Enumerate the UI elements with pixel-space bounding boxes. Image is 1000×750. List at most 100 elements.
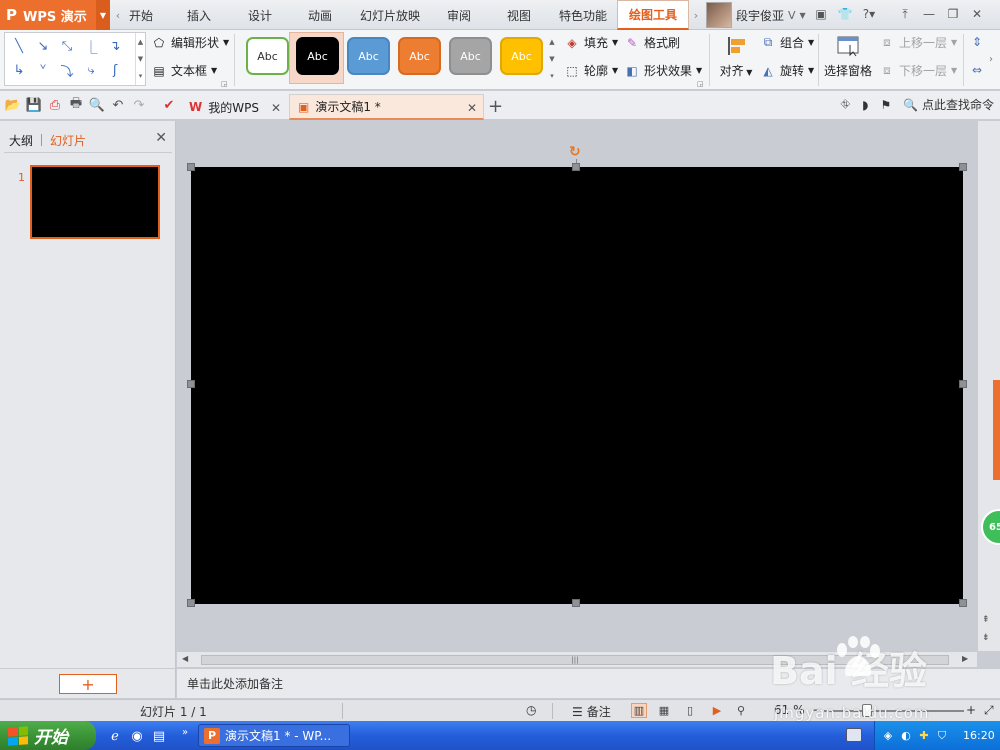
- zoom-slider-knob[interactable]: [862, 704, 872, 717]
- shirt-icon[interactable]: 👕: [836, 4, 854, 24]
- dialog-launcher-icon[interactable]: ◲: [697, 80, 705, 88]
- resize-handle[interactable]: [959, 599, 967, 607]
- send-backward-button[interactable]: ⧈ 下移一层 ▼: [879, 62, 957, 79]
- open-folder-icon[interactable]: 📂: [4, 96, 22, 114]
- slide-sorter-view-button[interactable]: ▦: [656, 703, 672, 718]
- resize-handle[interactable]: [187, 163, 195, 171]
- shape-style-preset[interactable]: Abc: [296, 37, 339, 75]
- prev-slide-icon[interactable]: ⇞: [982, 615, 990, 625]
- tab-insert[interactable]: 插入: [180, 0, 218, 30]
- close-icon[interactable]: ✕: [155, 130, 167, 146]
- text-box-button[interactable]: ▤ 文本框 ▼: [151, 62, 217, 79]
- zoom-out-icon[interactable]: −: [812, 703, 822, 717]
- shield-plus-icon[interactable]: ✚: [917, 729, 931, 743]
- fit-window-icon[interactable]: ⤢: [984, 703, 994, 718]
- elbow-arrow-shape-icon[interactable]: ↴: [104, 36, 126, 56]
- keyboard-icon[interactable]: [846, 728, 862, 742]
- pointer-options-button[interactable]: ⚲: [733, 703, 749, 718]
- style-gallery-scroll[interactable]: ▲ ▼ ▾: [547, 34, 557, 84]
- save-icon[interactable]: 💾: [25, 96, 43, 114]
- distribute-horizontal-button[interactable]: ⇔: [969, 62, 985, 78]
- side-panel-toggle[interactable]: [993, 380, 1000, 480]
- tool-b-icon[interactable]: ◗: [862, 98, 868, 112]
- tab-special-features[interactable]: 特色功能: [552, 0, 614, 30]
- shape-style-preset[interactable]: Abc: [500, 37, 543, 75]
- normal-view-button[interactable]: ▥: [631, 703, 647, 718]
- resize-handle[interactable]: [959, 163, 967, 171]
- resize-handle[interactable]: [959, 380, 967, 388]
- edit-shape-button[interactable]: ⬠ 编辑形状 ▼: [151, 34, 229, 51]
- shape-style-preset[interactable]: Abc: [449, 37, 492, 75]
- print-icon[interactable]: 🖶: [67, 96, 85, 114]
- backup-clock-icon[interactable]: ◷: [526, 703, 536, 717]
- tab-view[interactable]: 视图: [500, 0, 538, 30]
- curved-double-arrow-shape-icon[interactable]: ⤷: [80, 60, 102, 80]
- search-command[interactable]: 🔍 点此查找命令: [903, 96, 994, 113]
- skin-icon[interactable]: ▣: [812, 4, 830, 24]
- close-icon[interactable]: ✕: [467, 101, 477, 115]
- next-slide-icon[interactable]: ⇟: [982, 633, 990, 643]
- minimize-icon[interactable]: —: [920, 4, 938, 24]
- user-account[interactable]: 段宇俊亚 V ▼: [706, 2, 806, 28]
- rotate-handle-icon[interactable]: ↻: [569, 144, 581, 160]
- help-icon[interactable]: ?▾: [860, 4, 878, 24]
- zoom-level[interactable]: 61 %: [774, 703, 805, 717]
- zoom-slider[interactable]: [824, 710, 964, 712]
- internet-explorer-icon[interactable]: ℯ: [106, 727, 124, 745]
- upload-icon[interactable]: ⤒: [896, 4, 914, 24]
- outline-button[interactable]: ⬚ 轮廓 ▼: [564, 62, 618, 79]
- tab-design[interactable]: 设计: [241, 0, 279, 30]
- start-button[interactable]: 开始: [0, 721, 96, 750]
- tool-c-icon[interactable]: ⚑: [880, 98, 891, 112]
- freeform-shape-icon[interactable]: ʃ: [104, 60, 126, 80]
- export-pdf-icon[interactable]: ⎙: [46, 96, 64, 114]
- slideshow-play-button[interactable]: ▶: [709, 703, 725, 718]
- scroll-right-icon[interactable]: ▶: [962, 654, 968, 663]
- network-icon[interactable]: ◈: [881, 729, 895, 743]
- shape-style-preset[interactable]: Abc: [398, 37, 441, 75]
- tab-outline[interactable]: 大纲: [9, 132, 33, 149]
- zoom-in-icon[interactable]: +: [966, 703, 976, 717]
- resize-handle[interactable]: [572, 163, 580, 171]
- tab-animation[interactable]: 动画: [301, 0, 339, 30]
- restore-icon[interactable]: ❐: [944, 4, 962, 24]
- close-icon[interactable]: ✕: [968, 4, 986, 24]
- app-menu-dropdown-icon[interactable]: ▼: [96, 0, 110, 30]
- tab-home[interactable]: 开始: [124, 0, 158, 30]
- line-shape-icon[interactable]: ╲: [8, 36, 30, 56]
- rotate-button[interactable]: ◭ 旋转 ▼: [760, 62, 814, 79]
- new-tab-button[interactable]: +: [488, 96, 503, 117]
- ribbon-scroll-right-icon[interactable]: ›: [989, 54, 993, 65]
- tab-presentation[interactable]: ▣ 演示文稿1 * ✕: [289, 94, 484, 120]
- resize-handle[interactable]: [187, 599, 195, 607]
- security-shield-icon[interactable]: ⛉: [935, 729, 949, 743]
- curved-arrow-shape-icon[interactable]: ⤵: [56, 60, 78, 80]
- close-icon[interactable]: ✕: [271, 101, 281, 115]
- tab-slides[interactable]: 幻灯片: [50, 132, 86, 149]
- tool-a-icon[interactable]: ⛗: [841, 97, 851, 112]
- undo-icon[interactable]: ↶: [109, 96, 127, 114]
- reading-view-button[interactable]: ▯: [682, 703, 698, 718]
- align-button[interactable]: 对齐 ▼: [716, 34, 756, 79]
- tab-scroll-right-icon[interactable]: ›: [690, 3, 702, 27]
- avatar[interactable]: [706, 2, 732, 28]
- double-arrow-shape-icon[interactable]: ⤡: [56, 36, 78, 56]
- format-painter-button[interactable]: ✎ 格式刷: [624, 34, 680, 51]
- arrow-line-shape-icon[interactable]: ↘: [32, 36, 54, 56]
- elbow-connector-shape-icon[interactable]: ⎿: [80, 36, 102, 56]
- gallery-scroll[interactable]: ▲ ▼ ▾: [135, 33, 145, 85]
- slide-thumbnail[interactable]: [30, 165, 160, 239]
- resize-handle[interactable]: [572, 599, 580, 607]
- chevron-down-icon[interactable]: ▼: [800, 11, 806, 20]
- dialog-launcher-icon[interactable]: ◲: [221, 80, 229, 88]
- resize-handle[interactable]: [187, 380, 195, 388]
- slide-selected-shape[interactable]: [191, 167, 963, 604]
- tab-my-wps[interactable]: W 我的WPS ✕: [180, 94, 288, 120]
- scroll-left-icon[interactable]: ◀: [182, 654, 188, 663]
- group-button[interactable]: ⧉ 组合 ▼: [760, 34, 814, 51]
- taskbar-item-presentation[interactable]: P 演示文稿1 * - WP...: [198, 724, 350, 747]
- tab-scroll-left-icon[interactable]: ‹: [112, 3, 124, 27]
- slide-canvas[interactable]: ↻: [177, 121, 977, 651]
- horizontal-scrollbar[interactable]: ◀ ||| ▶: [177, 651, 977, 667]
- customize-toolbar-icon[interactable]: ✔: [160, 96, 178, 114]
